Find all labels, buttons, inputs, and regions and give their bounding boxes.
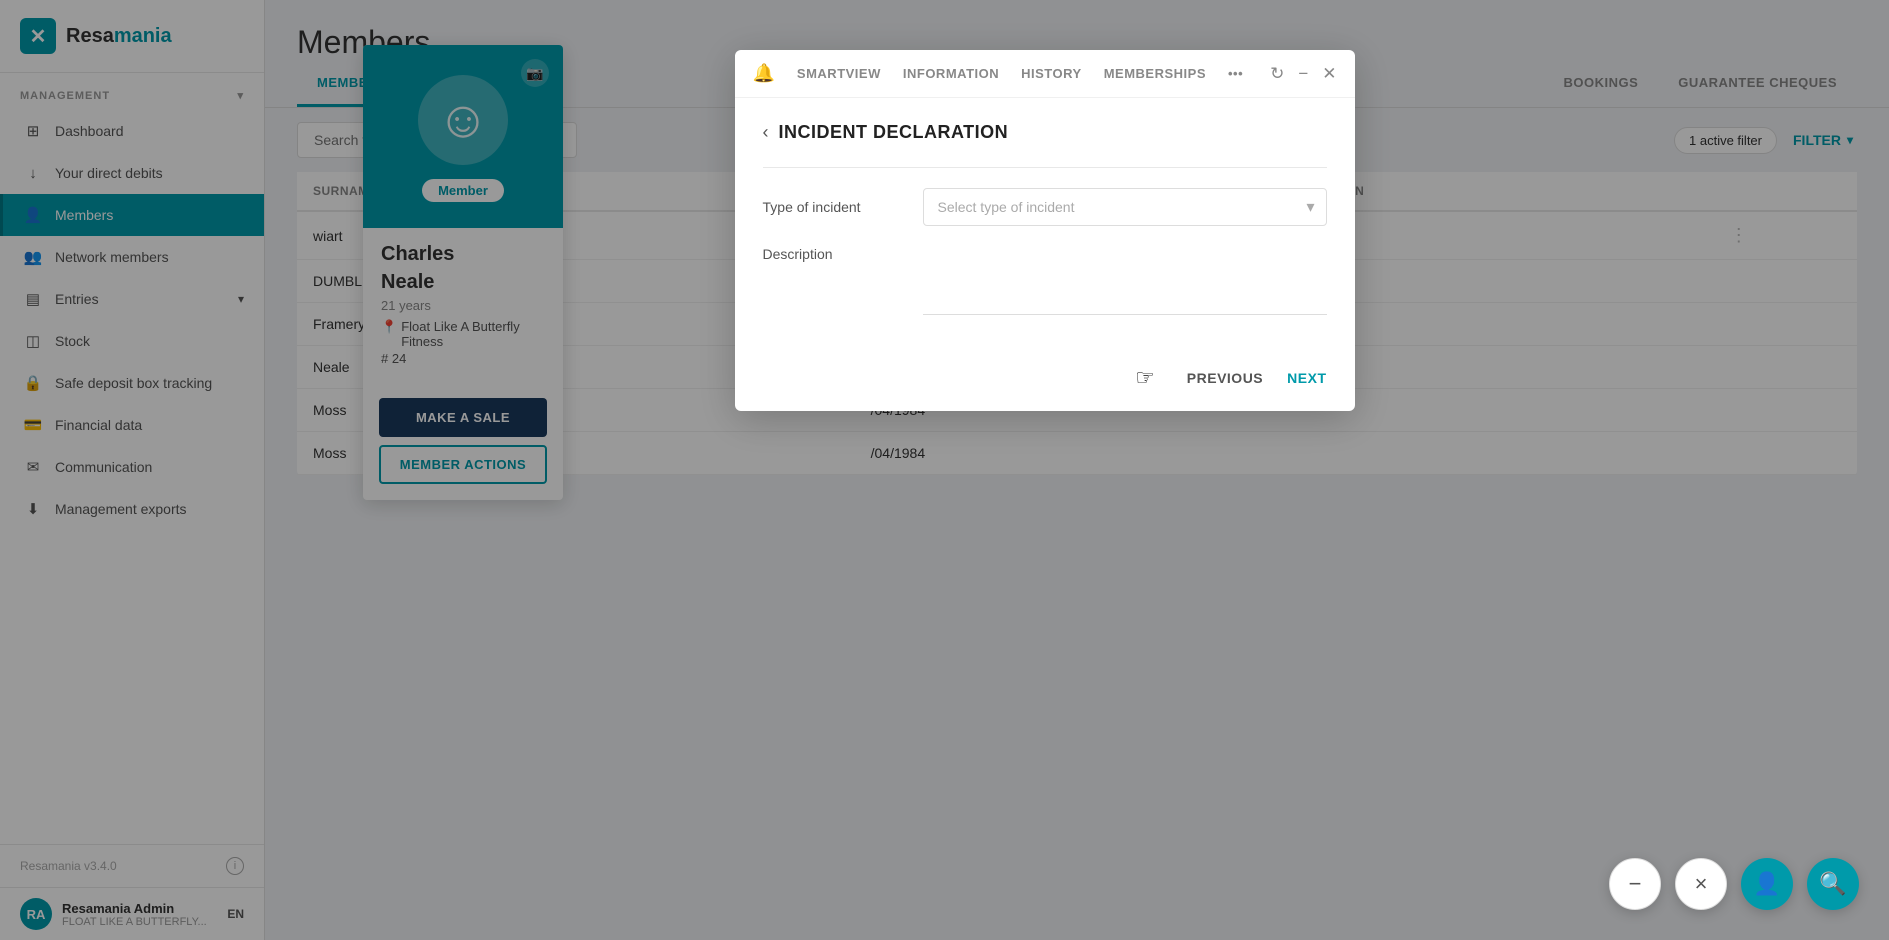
- modal-overlay: 🔔 SMARTVIEW INFORMATION HISTORY MEMBERSH…: [0, 0, 1889, 940]
- next-button[interactable]: NEXT: [1287, 370, 1326, 386]
- description-textarea[interactable]: [923, 246, 1327, 315]
- float-user-icon: 👤: [1753, 871, 1780, 897]
- modal-divider: [763, 167, 1327, 168]
- modal-tab-history[interactable]: HISTORY: [1021, 62, 1082, 85]
- floating-buttons: − × 👤 🔍: [1609, 858, 1859, 910]
- modal-topbar: 🔔 SMARTVIEW INFORMATION HISTORY MEMBERSH…: [735, 50, 1355, 98]
- previous-button[interactable]: PREVIOUS: [1187, 370, 1263, 386]
- type-select-wrap: Select type of incident ▾: [923, 188, 1327, 226]
- modal-controls: ↻ − ✕: [1270, 64, 1336, 84]
- description-label: Description: [763, 246, 923, 262]
- modal-tab-memberships[interactable]: MEMBERSHIPS: [1104, 62, 1206, 85]
- modal-tab-smartview[interactable]: SMARTVIEW: [797, 62, 881, 85]
- modal-footer: ☞ PREVIOUS NEXT: [735, 355, 1355, 411]
- form-row-type: Type of incident Select type of incident…: [763, 188, 1327, 226]
- modal-title-bar: ‹ INCIDENT DECLARATION: [763, 122, 1327, 143]
- modal-refresh-button[interactable]: ↻: [1270, 64, 1284, 84]
- cursor-icon: ☞: [1135, 365, 1155, 391]
- modal-back-button[interactable]: ‹: [763, 122, 769, 143]
- type-of-incident-select[interactable]: Select type of incident: [923, 188, 1327, 226]
- float-search-button[interactable]: 🔍: [1807, 858, 1859, 910]
- modal-tabs: 🔔 SMARTVIEW INFORMATION HISTORY MEMBERSH…: [753, 62, 1244, 85]
- float-user-button[interactable]: 👤: [1741, 858, 1793, 910]
- type-label: Type of incident: [763, 199, 923, 215]
- modal-tab-information[interactable]: INFORMATION: [903, 62, 999, 85]
- modal-body: ‹ INCIDENT DECLARATION Type of incident …: [735, 98, 1355, 355]
- incident-modal: 🔔 SMARTVIEW INFORMATION HISTORY MEMBERSH…: [735, 50, 1355, 411]
- modal-close-button[interactable]: ✕: [1322, 64, 1336, 84]
- modal-more-button[interactable]: •••: [1228, 62, 1243, 85]
- float-close-button[interactable]: ×: [1675, 858, 1727, 910]
- float-minus-button[interactable]: −: [1609, 858, 1661, 910]
- form-row-description: Description: [763, 246, 1327, 315]
- modal-minimize-button[interactable]: −: [1298, 64, 1308, 84]
- modal-title: INCIDENT DECLARATION: [779, 122, 1009, 143]
- notification-bell-icon[interactable]: 🔔: [753, 63, 775, 84]
- float-search-icon: 🔍: [1819, 871, 1846, 897]
